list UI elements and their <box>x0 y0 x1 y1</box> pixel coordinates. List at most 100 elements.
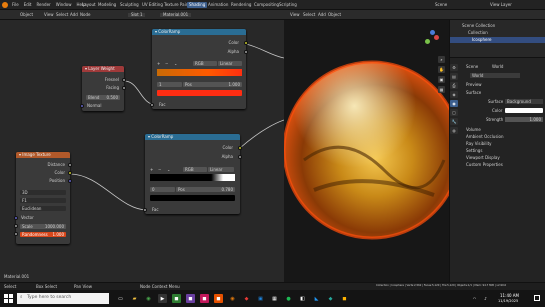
viewport-object-menu[interactable]: Object <box>328 13 341 17</box>
tab-sculpting[interactable]: Sculpting <box>118 2 141 8</box>
input-fac-socket[interactable] <box>150 103 154 107</box>
ramp-options-icon[interactable]: ⌄ <box>174 62 177 66</box>
stop-position-field[interactable]: Pos 1.000 <box>183 82 242 87</box>
slot-selector[interactable]: Slot 1 <box>128 13 146 17</box>
color-ramp-gradient[interactable] <box>157 69 242 76</box>
randomness-field[interactable]: Randomness 1.000 <box>20 232 66 237</box>
section-preview[interactable]: Preview <box>466 83 482 87</box>
task-view-icon[interactable]: ▭ <box>116 294 125 303</box>
colorramp-node-top[interactable]: ▾ ColorRamp Color Alpha + − ⌄ RGB Linear… <box>150 29 248 109</box>
image-texture-header[interactable]: ▾ Image Texture <box>16 152 70 158</box>
spotify-icon[interactable]: ● <box>284 294 293 303</box>
tab-shading[interactable]: Shading <box>187 2 208 8</box>
view-layer-selector[interactable]: View Layer <box>490 3 512 7</box>
vscode-icon[interactable]: ◣ <box>312 294 321 303</box>
zoom-icon[interactable]: ⌕ <box>438 56 445 63</box>
node-editor[interactable]: ▾ ColorRamp Color Alpha + − ⌄ RGB Linear… <box>0 20 284 282</box>
app-icon-pink[interactable]: ◼ <box>200 294 209 303</box>
input-normal-socket[interactable] <box>80 104 84 108</box>
layer-weight-node[interactable]: ▾ Layer Weight Fresnel Facing Blend 0.50… <box>80 66 126 111</box>
output-position-socket[interactable] <box>68 179 72 183</box>
material-selector[interactable]: Material.001 <box>160 13 192 17</box>
stop-position-field[interactable]: Pos 0.780 <box>176 187 235 192</box>
output-color-socket[interactable] <box>238 146 242 150</box>
blend-field[interactable]: Blend 0.500 <box>86 95 120 100</box>
world-color-swatch[interactable] <box>505 108 543 113</box>
menu-window[interactable]: Window <box>56 3 72 7</box>
tab-animation[interactable]: Animation <box>206 2 230 8</box>
interpolation-dropdown[interactable]: Linear <box>218 61 242 66</box>
material-tab-icon[interactable]: ◍ <box>450 127 458 134</box>
navigation-gizmo[interactable] <box>422 30 442 50</box>
feature-dropdown[interactable]: F1 <box>20 198 66 203</box>
taskbar-date[interactable]: 11/19/2025 <box>498 299 518 304</box>
viewport-select-menu[interactable]: Select <box>303 13 315 17</box>
outliner-item-icosphere[interactable]: Icosphere <box>450 37 545 43</box>
tab-rendering[interactable]: Rendering <box>229 2 253 8</box>
outliner-scene-collection[interactable]: Scene Collection <box>462 24 495 28</box>
tab-modeling[interactable]: Modeling <box>96 2 118 8</box>
app-icon-blue[interactable]: ▣ <box>256 294 265 303</box>
output-tab-icon[interactable]: ⎙ <box>450 82 458 89</box>
section-settings[interactable]: Settings <box>466 149 482 153</box>
dimensions-dropdown[interactable]: 3D <box>20 190 66 195</box>
chrome-icon[interactable]: ◉ <box>144 294 153 303</box>
section-surface[interactable]: Surface <box>466 91 481 95</box>
app-icon-white[interactable]: ▦ <box>270 294 279 303</box>
node-add-menu[interactable]: Add <box>70 13 78 17</box>
layer-weight-header[interactable]: ▾ Layer Weight <box>82 66 124 72</box>
interpolation-dropdown[interactable]: Linear <box>208 167 234 172</box>
remove-stop-button[interactable]: − <box>165 62 168 66</box>
stop-color-swatch[interactable] <box>150 195 235 201</box>
input-scale-socket[interactable] <box>14 224 18 228</box>
grid-icon[interactable]: ▦ <box>438 86 445 93</box>
tab-layout[interactable]: Layout <box>80 2 98 8</box>
shaded-sphere[interactable] <box>284 20 449 282</box>
color-mode-dropdown[interactable]: RGB <box>193 61 217 66</box>
scene-selector[interactable]: Scene <box>435 3 447 7</box>
input-vector-socket[interactable] <box>14 216 18 220</box>
app-icon-purple[interactable]: ◼ <box>186 294 195 303</box>
taskbar-time[interactable]: 11:40 AM <box>500 294 519 298</box>
tab-scripting[interactable]: Scripting <box>277 2 299 8</box>
section-volume[interactable]: Volume <box>466 128 481 132</box>
distance-metric-dropdown[interactable]: Euclidean <box>20 206 66 211</box>
add-stop-button[interactable]: + <box>150 168 153 172</box>
blender-logo-icon[interactable] <box>2 2 8 8</box>
input-randomness-socket[interactable] <box>14 232 18 236</box>
strength-field[interactable]: 1.000 <box>505 117 543 122</box>
menu-file[interactable]: File <box>12 3 19 7</box>
outliner-item-collection[interactable]: Collection <box>468 31 488 35</box>
active-stop-index[interactable]: 0 <box>150 187 175 192</box>
surface-dropdown[interactable]: Background <box>505 99 543 104</box>
gizmo-y-axis-icon[interactable] <box>425 39 430 44</box>
color-ramp-gradient[interactable] <box>150 174 235 181</box>
modifier-tab-icon[interactable]: 🔧 <box>450 118 458 125</box>
notifications-icon[interactable] <box>534 295 540 301</box>
input-fac-socket[interactable] <box>143 208 147 212</box>
output-fresnel-socket[interactable] <box>122 78 126 82</box>
tool-tab-icon[interactable]: ⚙ <box>450 64 458 71</box>
tray-network-icon[interactable]: ◠ <box>470 294 479 303</box>
colorramp-node-bottom[interactable]: ▾ ColorRamp Color Alpha + − ⌄ RGB Linear… <box>143 134 242 214</box>
image-texture-node[interactable]: ▾ Image Texture Distance Color Position … <box>14 152 72 244</box>
node-view-menu[interactable]: View <box>44 13 54 17</box>
section-viewport-display[interactable]: Viewport Display <box>466 156 500 160</box>
camera-icon[interactable]: ▣ <box>438 76 445 83</box>
remove-stop-button[interactable]: − <box>158 168 161 172</box>
output-facing-socket[interactable] <box>122 86 126 90</box>
output-color-socket[interactable] <box>68 171 72 175</box>
viewport-3d[interactable]: ⌕ ✋ ▣ ▦ <box>284 20 449 282</box>
add-stop-button[interactable]: + <box>157 62 160 66</box>
node-select-menu[interactable]: Select <box>56 13 68 17</box>
app-icon-teal[interactable]: ◆ <box>326 294 335 303</box>
section-ray-visibility[interactable]: Ray Visibility <box>466 142 492 146</box>
menu-render[interactable]: Render <box>36 3 50 7</box>
active-stop-index[interactable]: 1 <box>157 82 182 87</box>
output-alpha-socket[interactable] <box>244 50 248 54</box>
app-icon-green[interactable]: ◼ <box>172 294 181 303</box>
pan-hand-icon[interactable]: ✋ <box>438 66 445 73</box>
node-node-menu[interactable]: Node <box>80 13 90 17</box>
world-name-field[interactable]: World <box>470 73 520 78</box>
render-tab-icon[interactable]: ▤ <box>450 73 458 80</box>
